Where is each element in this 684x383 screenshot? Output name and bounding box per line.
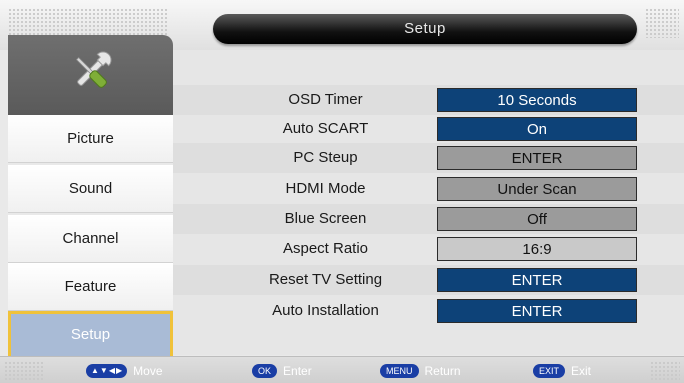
setting-row-auto-scart[interactable]: Auto SCART On: [173, 114, 684, 144]
hint-enter-label: Enter: [283, 363, 312, 378]
dot-pattern-bottom-right: [650, 361, 680, 380]
setting-value[interactable]: On: [437, 117, 637, 141]
setting-label: Reset TV Setting: [268, 271, 383, 288]
setting-row-reset-tv-setting[interactable]: Reset TV Setting ENTER: [173, 265, 684, 295]
sidebar-item-label: Feature: [64, 278, 117, 295]
setting-row-hdmi-mode[interactable]: HDMI Mode Under Scan: [173, 174, 684, 204]
dot-pattern-right: [645, 8, 679, 38]
sidebar-item-feature[interactable]: Feature: [8, 263, 173, 311]
hint-enter: OK Enter: [252, 357, 312, 383]
setting-value[interactable]: Under Scan: [437, 177, 637, 201]
setting-label: OSD Timer: [288, 91, 363, 108]
setting-value[interactable]: 10 Seconds: [437, 88, 637, 112]
bottom-hint-bar: ▲ ▼ ◀ ▶ Move OK Enter MENU Return EXIT Exit: [0, 356, 684, 383]
setting-value[interactable]: ENTER: [437, 299, 637, 323]
sidebar-item-label: Picture: [67, 130, 114, 147]
setting-label: Blue Screen: [284, 210, 367, 227]
setting-row-auto-installation[interactable]: Auto Installation ENTER: [173, 296, 684, 326]
sidebar-item-label: Setup: [70, 326, 111, 343]
setting-row-aspect-ratio[interactable]: Aspect Ratio 16:9: [173, 234, 684, 264]
arrow-keys-icon: ▲ ▼ ◀ ▶: [86, 363, 128, 378]
setting-row-blue-screen[interactable]: Blue Screen Off: [173, 204, 684, 234]
dot-pattern-left: [8, 8, 168, 38]
sidebar-item-picture[interactable]: Picture: [8, 115, 173, 163]
sidebar-item-label: Sound: [68, 180, 113, 197]
setting-label: Auto SCART: [282, 120, 369, 137]
exit-key-badge: EXIT: [533, 363, 566, 378]
hint-return-label: Return: [424, 363, 461, 378]
sidebar-item-label: Channel: [62, 230, 119, 247]
sidebar-item-channel[interactable]: Channel: [8, 215, 173, 263]
setting-label: HDMI Mode: [285, 180, 366, 197]
sidebar-item-setup[interactable]: Setup: [8, 311, 173, 359]
settings-panel: OSD Timer 10 Seconds Auto SCART On PC St…: [173, 50, 684, 355]
ok-key-badge: OK: [252, 363, 278, 378]
hint-exit: EXIT Exit: [533, 357, 591, 383]
title-pill: Setup: [213, 14, 637, 44]
setting-value[interactable]: 16:9: [437, 237, 637, 261]
setting-row-osd-timer[interactable]: OSD Timer 10 Seconds: [173, 85, 684, 115]
sidebar-item-sound[interactable]: Sound: [8, 165, 173, 213]
setting-label: Auto Installation: [272, 302, 379, 319]
setting-label: PC Steup: [293, 149, 358, 166]
category-icon-panel: [8, 35, 173, 115]
tools-icon: [75, 51, 112, 88]
setting-value[interactable]: ENTER: [437, 146, 637, 170]
setting-row-pc-setup[interactable]: PC Steup ENTER: [173, 143, 684, 173]
hint-exit-label: Exit: [571, 363, 592, 378]
hint-return: MENU Return: [380, 357, 461, 383]
dot-pattern-bottom-left: [4, 361, 44, 380]
category-sidebar: Picture Sound Channel Feature Setup: [8, 35, 173, 359]
menu-key-badge: MENU: [380, 363, 419, 378]
page-title: Setup: [404, 20, 446, 37]
hint-move: ▲ ▼ ◀ ▶ Move: [86, 357, 163, 383]
setting-value[interactable]: Off: [437, 207, 637, 231]
setting-value[interactable]: ENTER: [437, 268, 637, 292]
hint-move-label: Move: [133, 363, 163, 378]
setting-label: Aspect Ratio: [282, 240, 369, 257]
